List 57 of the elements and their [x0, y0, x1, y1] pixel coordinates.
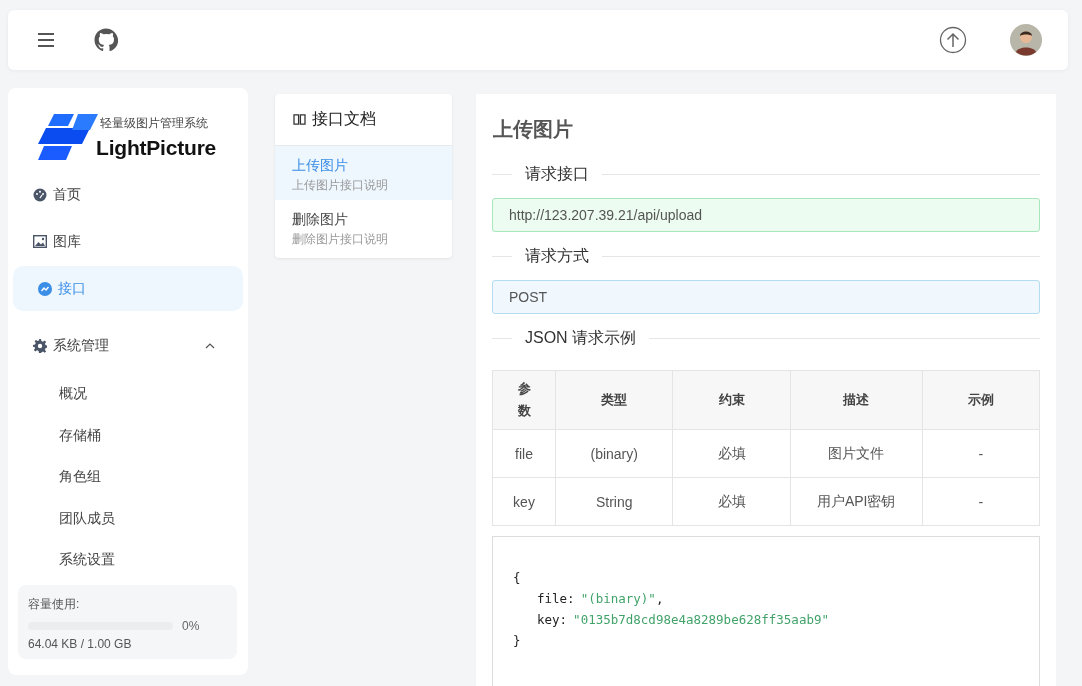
column-header: 类型: [555, 370, 673, 430]
column-header: 约束: [672, 370, 791, 430]
sidebar-subitem[interactable]: 团队成员: [13, 497, 243, 540]
table-cell: file: [492, 429, 556, 478]
cat-logo-icon[interactable]: [94, 28, 118, 52]
table-cell: String: [555, 477, 673, 526]
section-heading: 请求方式: [525, 245, 589, 266]
section-heading: JSON 请求示例: [525, 327, 637, 348]
method-field: POST: [492, 280, 1040, 314]
code-string: "0135b7d8cd98e4a8289be628ff35aab9": [573, 612, 829, 627]
avatar-icon[interactable]: [1010, 24, 1042, 56]
table-cell: 必填: [672, 477, 791, 526]
column-header: 参数: [492, 370, 556, 430]
code-key: key:: [537, 612, 568, 627]
upload-icon[interactable]: [939, 26, 967, 54]
storage-percent: 0%: [182, 618, 200, 633]
sidebar-item[interactable]: 图库: [13, 219, 243, 264]
page-title: 上传图片: [492, 117, 574, 142]
settings-icon: [33, 339, 47, 353]
table-cell: key: [492, 477, 556, 526]
code-string: "(binary)": [580, 591, 656, 606]
image-icon: [33, 235, 47, 248]
table-cell: 必填: [672, 429, 791, 478]
section-heading: 请求接口: [525, 163, 589, 184]
doc-nav-item-title: 删除图片: [292, 211, 349, 229]
doc-nav-item[interactable]: 删除图片 删除图片接口说明: [275, 200, 452, 254]
doc-nav-title: 接口文档: [312, 109, 376, 129]
table-cell: 用户API密钥: [790, 477, 922, 526]
storage-usage: 64.04 KB / 1.00 GB: [28, 636, 133, 651]
doc-nav-item-description: 上传图片接口说明: [292, 177, 389, 194]
chart-icon: [38, 281, 52, 296]
table-cell: -: [922, 477, 1040, 526]
column-header: 描述: [790, 370, 922, 430]
column-header: 示例: [922, 370, 1040, 430]
doc-nav-item-description: 删除图片接口说明: [292, 231, 389, 248]
gauge-icon: [33, 187, 47, 202]
table-cell: -: [922, 429, 1040, 478]
code-key: file:: [537, 591, 575, 606]
code-comma: ,: [655, 591, 664, 606]
sidebar-item[interactable]: 首页: [13, 172, 243, 217]
code-brace: {: [513, 569, 522, 587]
endpoint-field: http://123.207.39.21/api/upload: [492, 198, 1040, 232]
doc-nav-item-title: 上传图片: [292, 157, 349, 175]
logo-subtitle: 轻量级图片管理系统: [100, 115, 209, 132]
sidebar-subitem[interactable]: 角色组: [13, 456, 243, 498]
code-brace: }: [513, 632, 522, 650]
logo-icon: [38, 114, 98, 160]
sidebar-subitem[interactable]: 系统设置: [13, 539, 243, 581]
table-cell: 图片文件: [790, 429, 922, 478]
logo-wordmark: LightPicture: [96, 136, 217, 160]
storage-label: 容量使用:: [28, 595, 81, 613]
book-icon: [293, 114, 306, 125]
menu-icon[interactable]: [37, 32, 55, 48]
sidebar-subitem[interactable]: 概况: [13, 373, 243, 415]
sidebar-item[interactable]: 系统管理: [13, 321, 243, 371]
table-cell: (binary): [555, 429, 673, 478]
sidebar-subitem[interactable]: 存储桶: [13, 414, 243, 457]
